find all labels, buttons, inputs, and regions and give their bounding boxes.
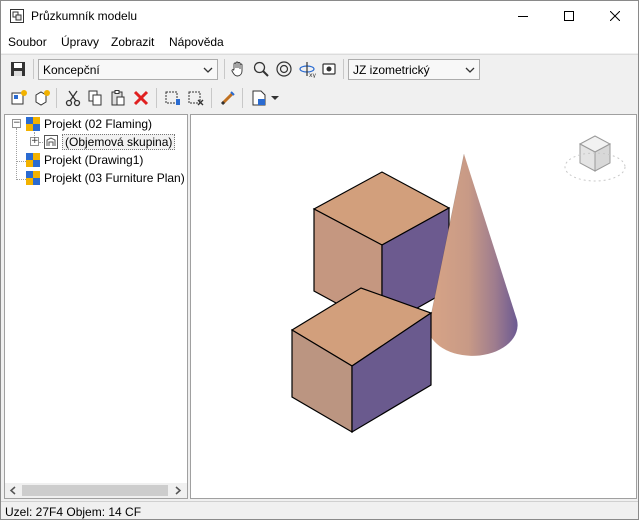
menu-napoveda[interactable]: Nápověda	[169, 35, 224, 49]
model-tree[interactable]: − Projekt (02 Flaming) + (Objemová skupi…	[4, 114, 188, 499]
save-icon[interactable]	[8, 59, 28, 79]
status-bar: Uzel: 27F4 Objem: 14 CF	[1, 501, 638, 519]
model-explorer-window: Průzkumník modelu Soubor Úpravy Zobrazit…	[0, 0, 639, 520]
chevron-down-icon	[202, 64, 214, 76]
mass-group-icon	[43, 134, 59, 150]
chevron-down-icon	[464, 64, 476, 76]
tree-item-label: Projekt (03 Furniture Plan)	[44, 170, 185, 185]
maximize-button[interactable]	[546, 1, 592, 31]
model-viewport[interactable]	[190, 114, 637, 499]
tree-item-label: (Objemová skupina)	[62, 133, 176, 150]
front-box-shape	[290, 287, 433, 434]
status-text: Uzel: 27F4 Objem: 14 CF	[5, 505, 142, 519]
project-icon	[25, 116, 41, 132]
menu-zobrazit[interactable]: Zobrazit	[111, 35, 154, 49]
view-direction-value: JZ izometrický	[353, 63, 430, 77]
app-icon	[9, 8, 25, 24]
tree-item[interactable]: Projekt (02 Flaming)	[25, 115, 152, 132]
zoom-icon[interactable]	[251, 59, 271, 79]
project-icon	[25, 170, 41, 186]
tree-item[interactable]: Projekt (03 Furniture Plan)	[25, 169, 185, 186]
pan-hand-icon[interactable]	[228, 59, 248, 79]
scrollbar-thumb[interactable]	[22, 485, 168, 496]
tree-item-label: Projekt (Drawing1)	[44, 152, 144, 167]
scroll-left-arrow-icon[interactable]	[7, 485, 19, 496]
orbit-icon[interactable]: xy	[297, 59, 317, 79]
tree-horizontal-scrollbar[interactable]	[5, 483, 187, 498]
new-node-icon[interactable]	[9, 88, 29, 108]
page-icon[interactable]	[249, 88, 269, 108]
model-preview	[290, 135, 626, 434]
deselect-icon[interactable]	[186, 88, 206, 108]
title-bar: Průzkumník modelu	[1, 1, 638, 31]
new-object-icon[interactable]	[32, 88, 52, 108]
paste-icon[interactable]	[108, 88, 128, 108]
tree-item[interactable]: (Objemová skupina)	[43, 133, 176, 150]
cut-icon[interactable]	[63, 88, 83, 108]
delete-icon[interactable]	[131, 88, 151, 108]
menu-upravy[interactable]: Úpravy	[61, 35, 99, 49]
zoom-extents-icon[interactable]	[274, 59, 294, 79]
toolbar-edit	[1, 84, 638, 112]
tree-item-label: Projekt (02 Flaming)	[44, 116, 153, 131]
copy-icon[interactable]	[85, 88, 105, 108]
view-cube-icon[interactable]	[564, 135, 626, 182]
view-direction-select[interactable]: JZ izometrický	[348, 59, 480, 80]
window-title: Průzkumník modelu	[31, 9, 138, 23]
svg-text:xy: xy	[309, 72, 316, 78]
visual-style-value: Koncepční	[43, 63, 100, 77]
caret-down-icon[interactable]	[269, 88, 281, 108]
expand-toggle[interactable]: +	[30, 137, 39, 146]
edit-icon[interactable]	[218, 88, 238, 108]
menu-bar: Soubor Úpravy Zobrazit Nápověda	[1, 31, 638, 53]
menu-soubor[interactable]: Soubor	[8, 35, 47, 49]
collapse-toggle[interactable]: −	[12, 119, 21, 128]
project-icon	[25, 152, 41, 168]
toolbar-view: Koncepční xy JZ izometrický	[1, 54, 638, 82]
close-button[interactable]	[592, 1, 638, 31]
select-icon[interactable]	[163, 88, 183, 108]
camera-icon[interactable]	[319, 59, 339, 79]
tree-item[interactable]: Projekt (Drawing1)	[25, 151, 143, 168]
scroll-right-arrow-icon[interactable]	[172, 485, 184, 496]
minimize-button[interactable]	[500, 1, 546, 31]
visual-style-select[interactable]: Koncepční	[38, 59, 218, 80]
